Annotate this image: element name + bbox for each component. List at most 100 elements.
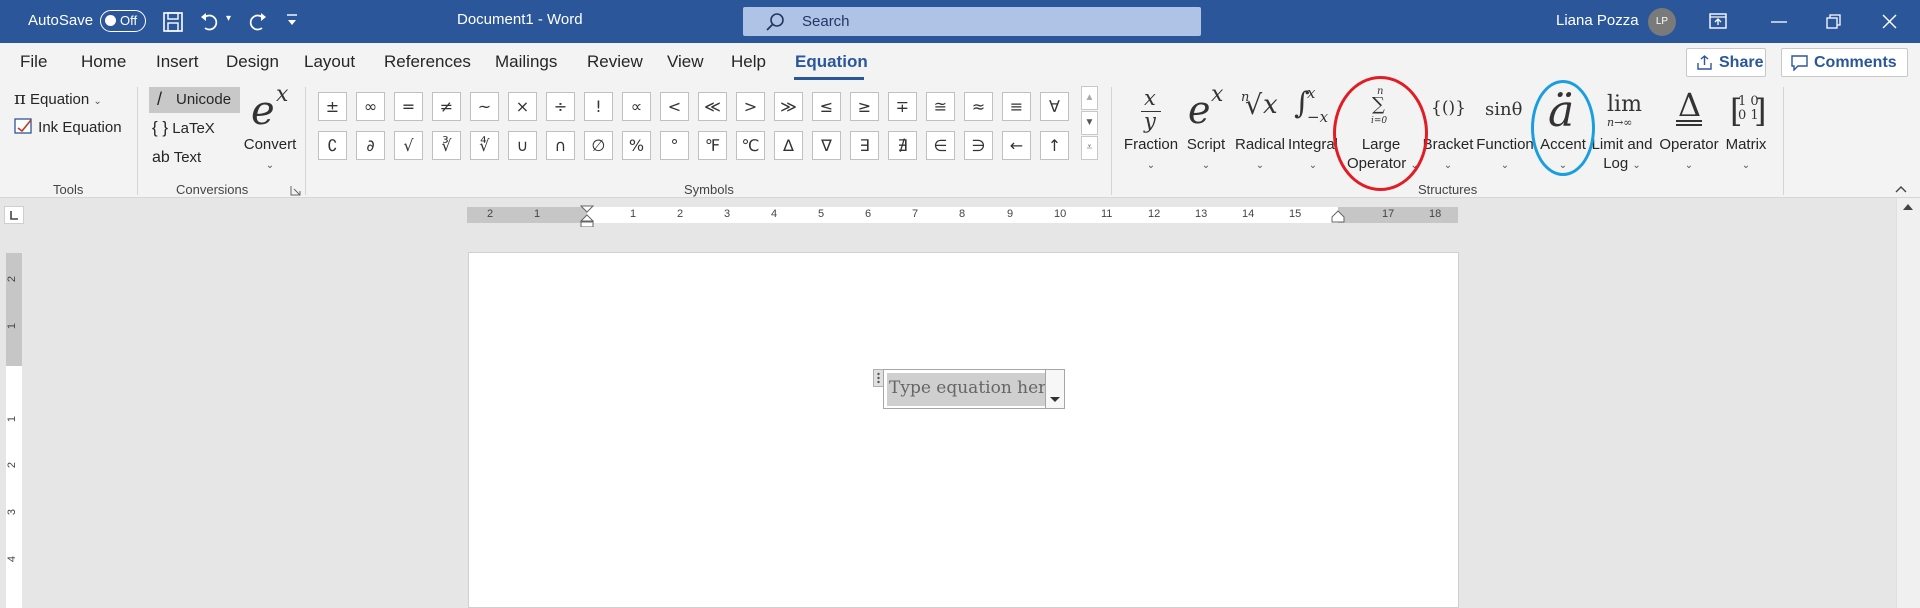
symbol-button[interactable]: ÷	[546, 92, 575, 121]
symbol-button[interactable]: ∩	[546, 131, 575, 160]
symbol-button[interactable]: ≅	[926, 92, 955, 121]
gallery-more-button[interactable]: ⩡	[1081, 136, 1098, 160]
radical-button[interactable]: n √ x Radical ⌄	[1235, 86, 1285, 178]
ribbon-display-options-icon[interactable]	[1709, 13, 1727, 29]
dialog-launcher-icon[interactable]	[290, 185, 301, 196]
tab-mailings[interactable]: Mailings	[495, 52, 557, 72]
vertical-ruler[interactable]: 2 1 1 2 3 4	[6, 253, 22, 608]
symbol-button[interactable]: ∃	[850, 131, 879, 160]
horizontal-ruler[interactable]: 2 1 1 2 3 4 5 6 7 8 9 10 11 12 13 14 15 17 18	[467, 205, 1458, 227]
collapse-ribbon-icon[interactable]	[1895, 185, 1907, 193]
symbol-button[interactable]: ←	[1002, 131, 1031, 160]
tab-home[interactable]: Home	[81, 52, 126, 72]
symbol-button[interactable]: ≈	[964, 92, 993, 121]
symbol-button[interactable]: ∈	[926, 131, 955, 160]
close-icon[interactable]	[1882, 14, 1897, 29]
symbol-button[interactable]: ≤	[812, 92, 841, 121]
symbol-button[interactable]: >	[736, 92, 765, 121]
script-button[interactable]: e x Script ⌄	[1185, 82, 1227, 178]
latex-option[interactable]: { } LaTeX	[152, 118, 215, 138]
script-label: Script	[1186, 136, 1226, 153]
gallery-scroll-up[interactable]: ▲	[1081, 86, 1098, 110]
symbol-button[interactable]: ∀	[1040, 92, 1069, 121]
symbol-button[interactable]: <	[660, 92, 689, 121]
equation-box[interactable]: Type equation here.	[883, 369, 1065, 409]
symbol-button[interactable]: ∅	[584, 131, 613, 160]
customize-qat-icon[interactable]	[285, 12, 299, 28]
user-name[interactable]: Liana Pozza	[1556, 12, 1639, 29]
tab-references[interactable]: References	[384, 52, 471, 72]
equation-options-button[interactable]	[1045, 369, 1065, 409]
symbol-button[interactable]: ≥	[850, 92, 879, 121]
undo-icon[interactable]	[199, 11, 221, 33]
integral-button[interactable]: ∫ x −x Integral ⌄	[1288, 84, 1338, 178]
symbol-button[interactable]: ∆	[774, 131, 803, 160]
share-button[interactable]: Share	[1686, 48, 1766, 77]
tab-insert[interactable]: Insert	[156, 52, 199, 72]
gallery-scroll-down[interactable]: ▼	[1081, 111, 1098, 135]
tab-help[interactable]: Help	[731, 52, 766, 72]
text-option[interactable]: ab Text	[152, 149, 201, 167]
fraction-button[interactable]: x y Fraction ⌄	[1124, 86, 1178, 178]
symbol-button[interactable]: ≫	[774, 92, 803, 121]
symbol-button[interactable]: ∁	[318, 131, 347, 160]
equation-placeholder[interactable]: Type equation here.	[887, 373, 1045, 406]
tab-selector[interactable]	[4, 206, 24, 224]
accent-button[interactable]: ä Accent ⌄	[1540, 86, 1586, 178]
tab-file[interactable]: File	[20, 52, 47, 72]
save-icon[interactable]	[162, 11, 184, 33]
symbol-button[interactable]: ∜	[470, 131, 499, 160]
tab-layout[interactable]: Layout	[304, 52, 355, 72]
symbol-button[interactable]: ∝	[622, 92, 651, 121]
vertical-scrollbar[interactable]	[1896, 198, 1920, 608]
symbol-button[interactable]: ≠	[432, 92, 461, 121]
operator-button[interactable]: Δ Operator ⌄	[1659, 86, 1718, 178]
autosave-toggle[interactable]: Off	[100, 10, 146, 32]
symbol-button[interactable]: ×	[508, 92, 537, 121]
tab-review[interactable]: Review	[587, 52, 643, 72]
symbol-button[interactable]: ∓	[888, 92, 917, 121]
symbol-button[interactable]: !	[584, 92, 613, 121]
symbol-button[interactable]: ∇	[812, 131, 841, 160]
symbol-button[interactable]: ∋	[964, 131, 993, 160]
symbol-button[interactable]: ∄	[888, 131, 917, 160]
symbol-button[interactable]: ±	[318, 92, 347, 121]
tab-equation[interactable]: Equation	[795, 52, 868, 72]
matrix-button[interactable]: [ 1 00 1 ] Matrix ⌄	[1723, 86, 1769, 178]
symbol-button[interactable]: ℉	[698, 131, 727, 160]
equation-button[interactable]: π Equation ⌄	[14, 88, 102, 109]
convert-button[interactable]: e x Convert ⌄	[244, 82, 297, 178]
ink-equation-button[interactable]: Ink Equation	[14, 117, 122, 136]
symbol-button[interactable]: °	[660, 131, 689, 160]
symbol-button[interactable]: ℃	[736, 131, 765, 160]
avatar[interactable]: LP	[1648, 8, 1676, 36]
symbol-button[interactable]: ∪	[508, 131, 537, 160]
undo-dropdown-icon[interactable]: ▾	[226, 13, 231, 24]
minimize-icon[interactable]	[1771, 21, 1787, 23]
symbol-button[interactable]: ~	[470, 92, 499, 121]
indent-marker-icon[interactable]	[580, 205, 594, 227]
search-box[interactable]: Search	[743, 7, 1201, 36]
symbol-button[interactable]: ∞	[356, 92, 385, 121]
symbol-button[interactable]: ≪	[698, 92, 727, 121]
symbol-button[interactable]: ∛	[432, 131, 461, 160]
symbol-button[interactable]: ↑	[1040, 131, 1069, 160]
document-page[interactable]: Type equation here.	[468, 252, 1459, 608]
symbol-button[interactable]: %	[622, 131, 651, 160]
symbol-button[interactable]: ≡	[1002, 92, 1031, 121]
ruler-number: 14	[1242, 208, 1255, 220]
restore-icon[interactable]	[1826, 14, 1841, 29]
tab-view[interactable]: View	[667, 52, 704, 72]
symbol-button[interactable]: √	[394, 131, 423, 160]
bracket-button[interactable]: {()} Bracket ⌄	[1423, 86, 1474, 178]
function-button[interactable]: sinθ Function ⌄	[1476, 86, 1534, 178]
right-indent-marker-icon[interactable]	[1331, 209, 1345, 223]
limit-and-log-button[interactable]: lim n→∞ Limit and Log ⌄	[1592, 86, 1653, 178]
tab-design[interactable]: Design	[226, 52, 279, 72]
symbol-button[interactable]: =	[394, 92, 423, 121]
large-operator-button[interactable]: n ∑ i=0 Large Operator ⌄	[1347, 86, 1419, 178]
unicode-option[interactable]: / Unicode	[149, 87, 240, 113]
redo-icon[interactable]	[246, 11, 268, 33]
symbol-button[interactable]: ∂	[356, 131, 385, 160]
comments-button[interactable]: Comments	[1781, 48, 1908, 77]
